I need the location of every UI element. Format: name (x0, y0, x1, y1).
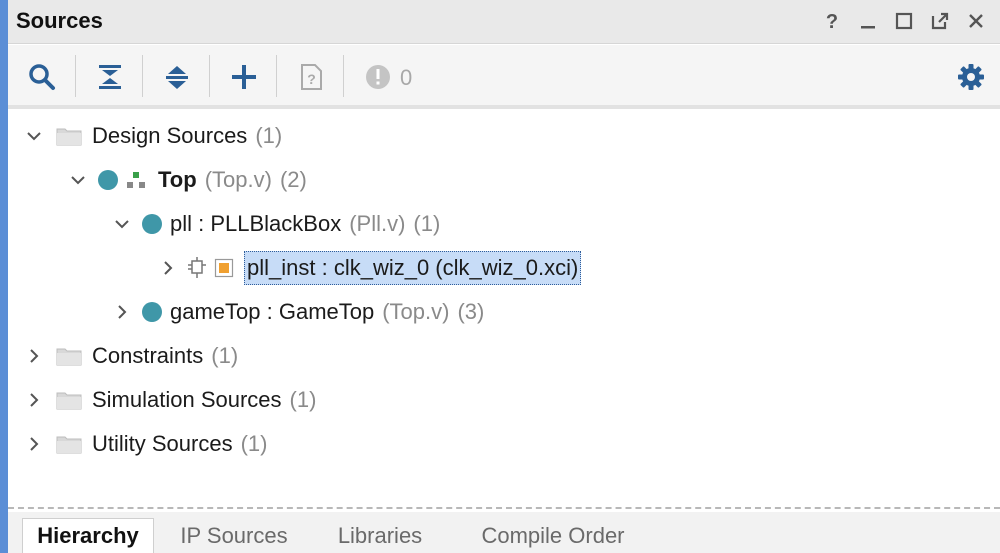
tree-node-file: (Top.v) (382, 299, 450, 324)
hierarchy-top-icon (127, 172, 145, 188)
folder-icon (56, 348, 82, 366)
svg-text:?: ? (307, 71, 316, 87)
source-status-dot (98, 170, 118, 190)
chevron-right-icon[interactable] (22, 344, 46, 368)
chevron-down-icon[interactable] (110, 212, 134, 236)
tree-node-pll[interactable]: pll : PLLBlackBox (Pll.v) (1) (110, 204, 440, 244)
help-icon[interactable]: ? (814, 6, 850, 36)
toolbar-separator (75, 55, 76, 97)
tree-node-gametop[interactable]: gameTop : GameTop (Top.v) (3) (110, 292, 484, 332)
add-sources-button[interactable] (226, 59, 262, 95)
chevron-right-icon[interactable] (110, 300, 134, 324)
tree-node-label-selected: pll_inst : clk_wiz_0 (clk_wiz_0.xci) (244, 251, 582, 285)
sources-tree: Design Sources (1) Top (Top.v) (2) pll :… (8, 113, 1000, 505)
chevron-down-icon[interactable] (66, 168, 90, 192)
status-button[interactable] (360, 59, 396, 95)
tree-node-label: Simulation Sources (92, 387, 282, 412)
maximize-icon[interactable] (886, 6, 922, 36)
chevron-right-icon[interactable] (156, 256, 180, 280)
message-count: 0 (400, 65, 413, 90)
panel-left-accent (0, 0, 8, 553)
tree-node-file: (Pll.v) (349, 211, 406, 236)
tree-node-label: Constraints (92, 343, 204, 368)
panel-title: Sources (16, 8, 103, 33)
tree-node-file: (Top.v) (204, 167, 272, 192)
tab-compile-order[interactable]: Compile Order (464, 518, 642, 553)
tree-node-label: Design Sources (92, 123, 248, 148)
chevron-right-icon[interactable] (22, 432, 46, 456)
tree-node-count: (1) (211, 343, 239, 368)
tree-node-label: Top (158, 167, 197, 192)
expand-all-icon (166, 66, 188, 89)
tree-node-count: (1) (240, 431, 268, 456)
tree-node-constraints[interactable]: Constraints (1) (22, 336, 238, 376)
close-icon[interactable] (958, 6, 994, 36)
expand-all-button[interactable] (159, 59, 195, 95)
tree-node-top[interactable]: Top (Top.v) (2) (66, 160, 307, 200)
tree-node-count: (1) (289, 387, 317, 412)
search-icon (29, 64, 55, 90)
status-icon (366, 65, 390, 89)
source-status-dot (142, 214, 162, 234)
tree-node-label: gameTop : GameTop (170, 299, 375, 324)
toolbar-separator (209, 55, 210, 97)
source-status-dot (142, 302, 162, 322)
gear-icon (958, 64, 984, 90)
ip-status-icon (214, 258, 234, 278)
tree-node-count: (2) (279, 167, 307, 192)
float-icon[interactable] (922, 6, 958, 36)
search-button[interactable] (24, 59, 60, 95)
folder-icon (56, 128, 82, 146)
properties-icon: ? (301, 64, 322, 90)
sources-titlebar: Sources ? (8, 0, 1000, 44)
tree-node-design-sources[interactable]: Design Sources (1) (22, 116, 282, 156)
add-icon (232, 65, 256, 89)
tab-ip-sources[interactable]: IP Sources (168, 518, 300, 553)
tree-node-simulation-sources[interactable]: Simulation Sources (1) (22, 380, 316, 420)
folder-icon (56, 436, 82, 454)
properties-button[interactable]: ? (293, 59, 329, 95)
tree-node-count: (1) (413, 211, 441, 236)
toolbar-separator (343, 55, 344, 97)
tree-node-utility-sources[interactable]: Utility Sources (1) (22, 424, 267, 464)
tab-libraries[interactable]: Libraries (322, 518, 438, 553)
minimize-icon[interactable] (850, 6, 886, 36)
folder-icon (56, 392, 82, 410)
tree-node-label: pll : PLLBlackBox (170, 211, 342, 236)
sources-view-tabs: Hierarchy IP Sources Libraries Compile O… (8, 512, 1000, 553)
tree-node-count: (1) (255, 123, 283, 148)
ip-core-icon (188, 257, 206, 278)
sources-toolbar: ? 0 (8, 45, 1000, 109)
chevron-right-icon[interactable] (22, 388, 46, 412)
tree-node-pll-inst[interactable]: pll_inst : clk_wiz_0 (clk_wiz_0.xci) (156, 248, 582, 288)
window-controls: ? (814, 6, 994, 36)
collapse-all-icon (99, 65, 121, 89)
settings-button[interactable] (953, 59, 989, 95)
collapse-all-button[interactable] (92, 59, 128, 95)
tab-hierarchy[interactable]: Hierarchy (22, 518, 154, 553)
toolbar-separator (276, 55, 277, 97)
svg-text:?: ? (826, 11, 838, 31)
chevron-down-icon[interactable] (22, 124, 46, 148)
toolbar-separator (142, 55, 143, 97)
panel-splitter[interactable] (8, 507, 1000, 509)
tree-node-label: Utility Sources (92, 431, 233, 456)
tree-node-count: (3) (457, 299, 485, 324)
